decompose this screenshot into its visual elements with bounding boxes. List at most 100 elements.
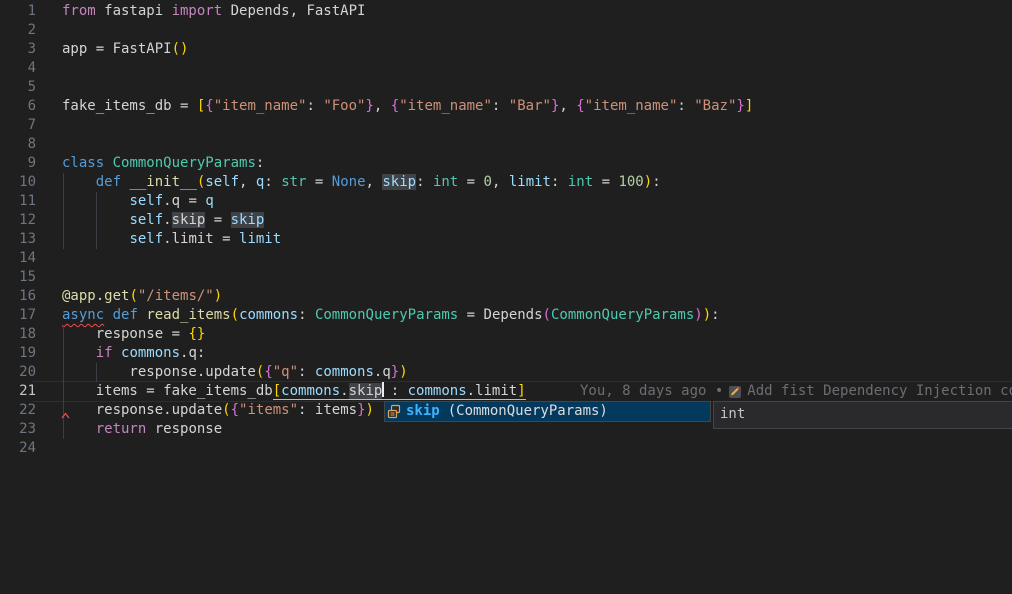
git-blame-annotation[interactable]: You, 8 days ago • Add fist Dependency In…: [580, 382, 1012, 401]
line-number[interactable]: 18: [0, 325, 36, 344]
code-token: return: [96, 421, 147, 437]
code-line[interactable]: 2: [0, 21, 1012, 40]
code-token: {}: [188, 326, 205, 342]
code-line[interactable]: 10 def __init__(self, q: str = None, ski…: [0, 173, 1012, 192]
code-token: import: [172, 3, 223, 19]
code-token: =: [307, 174, 332, 190]
code-token: if: [96, 345, 113, 361]
code-token: ]: [745, 98, 753, 114]
line-number[interactable]: 17: [0, 306, 36, 325]
code-editor[interactable]: 1from fastapi import Depends, FastAPI23a…: [0, 0, 1012, 594]
code-token: : items: [298, 402, 357, 418]
indent-guide: [63, 363, 64, 382]
code-token: class: [62, 155, 104, 171]
code-token: =: [205, 212, 230, 228]
code-line[interactable]: 8: [0, 135, 1012, 154]
line-number[interactable]: 15: [0, 268, 36, 287]
code-token: from: [62, 3, 96, 19]
code-token: "Bar": [509, 98, 551, 114]
code-text: [36, 249, 62, 268]
line-number[interactable]: 6: [0, 97, 36, 116]
suggest-detail: (CommonQueryParams): [448, 402, 608, 421]
line-number[interactable]: 4: [0, 59, 36, 78]
code-token: CommonQueryParams: [113, 155, 256, 171]
line-number[interactable]: 11: [0, 192, 36, 211]
line-number[interactable]: 9: [0, 154, 36, 173]
code-token: :: [382, 383, 407, 399]
indent-guide: [63, 420, 64, 439]
code-line[interactable]: 18 response = {}: [0, 325, 1012, 344]
code-line[interactable]: 12 self.skip = skip: [0, 211, 1012, 230]
code-token: self: [129, 231, 163, 247]
indent-guide: [63, 382, 64, 401]
line-number[interactable]: 3: [0, 40, 36, 59]
line-number[interactable]: 10: [0, 173, 36, 192]
line-number[interactable]: 5: [0, 78, 36, 97]
line-number[interactable]: 1: [0, 2, 36, 21]
code-token: "items": [239, 402, 298, 418]
line-number[interactable]: 2: [0, 21, 36, 40]
indent-guide: [63, 344, 64, 363]
line-number[interactable]: 22: [0, 401, 36, 420]
indent-guide: [63, 192, 64, 211]
code-token: read_items: [146, 307, 230, 323]
code-line[interactable]: 11 self.q = q: [0, 192, 1012, 211]
code-token: :: [416, 174, 433, 190]
code-token: ): [694, 307, 702, 323]
line-number[interactable]: 7: [0, 116, 36, 135]
code-token: int: [433, 174, 458, 190]
code-token: .: [163, 212, 171, 228]
code-text: response = {}: [36, 325, 205, 344]
code-line[interactable]: 20 response.update({"q": commons.q}): [0, 363, 1012, 382]
code-token: "item_name": [214, 98, 307, 114]
code-token: "Baz": [694, 98, 736, 114]
code-token: ): [214, 288, 222, 304]
code-line[interactable]: 19 if commons.q:: [0, 344, 1012, 363]
line-number[interactable]: 13: [0, 230, 36, 249]
code-text: app = FastAPI(): [36, 40, 188, 59]
line-number[interactable]: 16: [0, 287, 36, 306]
code-token: }: [357, 402, 365, 418]
code-token: {: [231, 402, 239, 418]
code-token: commons: [281, 383, 340, 399]
code-token: ): [366, 402, 374, 418]
line-number[interactable]: 14: [0, 249, 36, 268]
code-token: async: [62, 307, 104, 323]
line-number[interactable]: 21: [0, 382, 36, 401]
indent-guide: [96, 363, 97, 382]
code-token: skip: [382, 174, 416, 190]
code-token: "item_name": [399, 98, 492, 114]
code-line[interactable]: 16@app.get("/items/"): [0, 287, 1012, 306]
code-line[interactable]: 14: [0, 249, 1012, 268]
indent-guide: [63, 173, 64, 192]
line-number[interactable]: 8: [0, 135, 36, 154]
symbol-field-icon: [387, 404, 403, 420]
code-line[interactable]: 15: [0, 268, 1012, 287]
code-token: :: [298, 364, 315, 380]
code-token: limit: [509, 174, 551, 190]
line-number[interactable]: 12: [0, 211, 36, 230]
code-line[interactable]: 9class CommonQueryParams:: [0, 154, 1012, 173]
code-token: ,: [559, 98, 576, 114]
line-number[interactable]: 24: [0, 439, 36, 458]
code-token: [62, 174, 96, 190]
code-line[interactable]: 5: [0, 78, 1012, 97]
suggest-item-skip[interactable]: skip (CommonQueryParams): [387, 402, 608, 421]
code-line[interactable]: 1from fastapi import Depends, FastAPI: [0, 2, 1012, 21]
code-line[interactable]: 17async def read_items(commons: CommonQu…: [0, 306, 1012, 325]
line-number[interactable]: 20: [0, 363, 36, 382]
code-line[interactable]: 24: [0, 439, 1012, 458]
code-line[interactable]: 4: [0, 59, 1012, 78]
code-line[interactable]: 6fake_items_db = [{"item_name": "Foo"}, …: [0, 97, 1012, 116]
code-line[interactable]: 3app = FastAPI(): [0, 40, 1012, 59]
line-number[interactable]: 23: [0, 420, 36, 439]
code-token: [104, 155, 112, 171]
code-line[interactable]: 7: [0, 116, 1012, 135]
code-token: "Foo": [323, 98, 365, 114]
code-token: :: [264, 174, 281, 190]
code-token: ): [644, 174, 652, 190]
line-number[interactable]: 19: [0, 344, 36, 363]
indent-guide: [96, 230, 97, 249]
code-token: (): [172, 41, 189, 57]
code-line[interactable]: 13 self.limit = limit: [0, 230, 1012, 249]
